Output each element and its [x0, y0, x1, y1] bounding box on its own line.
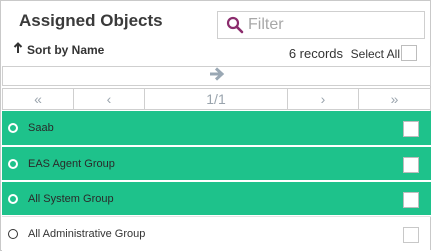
records-info: 6 records Select All: [289, 46, 400, 61]
filter-box[interactable]: [217, 11, 425, 39]
panel-title: Assigned Objects: [19, 11, 163, 30]
next-page-button[interactable]: ›: [288, 89, 359, 109]
list-item[interactable]: All Administrative Group: [2, 216, 431, 251]
records-count: 6 records: [288, 46, 344, 61]
row-checkbox[interactable]: [403, 157, 419, 173]
arrow-right-icon[interactable]: [209, 66, 225, 86]
radio-indicator[interactable]: [8, 123, 18, 133]
radio-indicator[interactable]: [8, 158, 18, 169]
list-item[interactable]: All System Group: [2, 181, 431, 216]
assigned-objects-panel: Assigned Objects Sort by Name 6 records …: [0, 0, 431, 251]
select-all-label: Select All: [350, 47, 400, 61]
list-item[interactable]: EAS Agent Group: [2, 146, 431, 181]
list-item[interactable]: Saab: [2, 111, 431, 146]
arrow-up-icon: [13, 42, 23, 57]
select-all-checkbox[interactable]: [401, 45, 417, 61]
list-item-label: EAS Agent Group: [28, 157, 115, 170]
list-item-label: All System Group: [28, 192, 114, 205]
filter-input[interactable]: [248, 16, 418, 34]
page-info: 1/1: [145, 89, 288, 109]
move-bar[interactable]: [2, 66, 431, 86]
first-page-button[interactable]: «: [3, 89, 74, 109]
row-checkbox[interactable]: [403, 227, 419, 243]
search-icon: [224, 14, 246, 36]
last-page-button[interactable]: »: [359, 89, 430, 109]
objects-list: Saab EAS Agent Group All System Group Al…: [2, 111, 431, 251]
list-item-label: All Administrative Group: [28, 227, 146, 240]
sort-label: Sort by Name: [27, 42, 105, 57]
radio-indicator[interactable]: [8, 228, 18, 239]
row-checkbox[interactable]: [403, 192, 419, 208]
pagination: « ‹ 1/1 › »: [2, 88, 431, 110]
row-checkbox[interactable]: [403, 121, 419, 137]
prev-page-button[interactable]: ‹: [74, 89, 145, 109]
list-item-label: Saab: [28, 122, 54, 134]
radio-indicator[interactable]: [8, 193, 18, 204]
sort-by-name-button[interactable]: Sort by Name: [13, 42, 104, 57]
